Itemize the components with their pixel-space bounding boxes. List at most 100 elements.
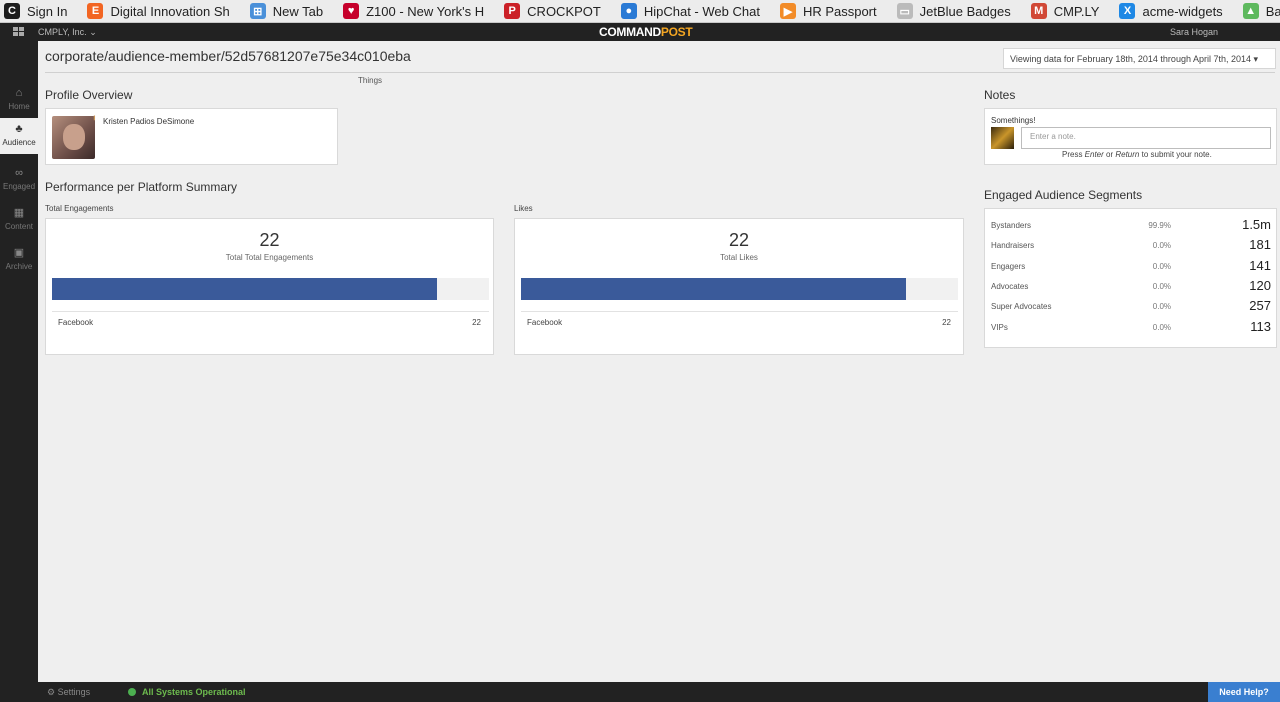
- new-tab-icon: ⊞: [249, 3, 266, 19]
- bookmark-item[interactable]: P CROCKPOT: [500, 0, 617, 22]
- pinterest-icon: P: [504, 3, 521, 19]
- bookmark-label: acme-widgets: [1142, 3, 1223, 19]
- segment-row[interactable]: Advocates 0.0% 120: [991, 278, 1271, 298]
- segment-count: 181: [1249, 237, 1271, 253]
- left-nav: ⌂ Home ♣ Audience ∞ Engaged ▦ Content ▣ …: [0, 41, 38, 682]
- audience-icon: ♣: [15, 123, 23, 135]
- settings-link[interactable]: ⚙ Settings: [47, 687, 90, 698]
- segment-name: Super Advocates: [991, 302, 1052, 312]
- metric-label: Total Likes: [720, 253, 758, 262]
- segment-name: VIPs: [991, 322, 1008, 332]
- nav-item-label: Archive: [5, 262, 33, 271]
- avatar: [991, 127, 1014, 149]
- hint-return: Return: [1115, 150, 1140, 159]
- bookmark-item[interactable]: ● HipChat - Web Chat: [617, 0, 776, 22]
- bookmark-label: Digital Innovation Sh: [110, 3, 230, 19]
- logo-main-text: COMMAND: [599, 25, 661, 39]
- hint-enter: Enter: [1084, 150, 1104, 159]
- bookmark-label: Basecamp Projects: [1265, 3, 1280, 19]
- bookmark-item[interactable]: ▲ Basecamp Projects: [1239, 0, 1280, 22]
- bookmark-label: Z100 - New York's H: [366, 3, 485, 19]
- segment-percent: 0.0%: [1152, 261, 1171, 271]
- nav-item-label: Content: [4, 222, 34, 231]
- nav-item-label: Engaged: [2, 182, 36, 191]
- note-author-label: Somethings!: [991, 116, 1036, 125]
- title-divider: [45, 72, 1275, 73]
- bookmark-label: New Tab: [272, 3, 324, 19]
- platform-value: 22: [472, 318, 481, 327]
- avatar: [52, 116, 95, 159]
- bookmark-item[interactable]: Xacme-widgets: [1115, 0, 1238, 22]
- nav-item-content[interactable]: ▦ Content: [0, 202, 38, 238]
- segment-row[interactable]: Super Advocates 0.0% 257: [991, 298, 1271, 318]
- segment-row[interactable]: Engagers 0.0% 141: [991, 258, 1271, 278]
- hint-suffix: to submit your note.: [1139, 150, 1212, 159]
- segment-row[interactable]: VIPs 0.0% 113: [991, 319, 1271, 339]
- grid-icon: ▦: [13, 207, 25, 219]
- segment-count: 141: [1249, 257, 1271, 273]
- app-top-bar: CMPLY, Inc. ⌄ COMMANDPOST Sara Hogan: [0, 23, 1280, 41]
- segment-count: 120: [1249, 277, 1271, 293]
- pin-icon: ╹: [92, 116, 97, 125]
- segment-name: Engagers: [991, 261, 1026, 271]
- segment-percent: 0.0%: [1152, 241, 1171, 251]
- org-switcher[interactable]: CMPLY, Inc. ⌄: [38, 27, 97, 38]
- bookmark-item[interactable]: E Digital Innovation Sh: [83, 0, 245, 22]
- segment-count: 257: [1249, 298, 1271, 314]
- row-divider: [521, 311, 958, 312]
- platform-label: Facebook: [58, 318, 94, 327]
- nav-item-label: Home: [8, 102, 30, 111]
- bookmark-item[interactable]: ▭ JetBlue Badges: [893, 0, 1027, 22]
- bookmark-label: Sign In: [27, 3, 68, 19]
- note-input[interactable]: [1021, 127, 1271, 149]
- segment-name: Bystanders: [991, 221, 1032, 230]
- need-help-button[interactable]: Need Help?: [1208, 682, 1280, 702]
- segment-row[interactable]: Bystanders 99.9% 1.5m: [991, 217, 1271, 237]
- date-range-selector[interactable]: Viewing data for February 18th, 2014 thr…: [1003, 48, 1276, 69]
- progress-bar-fill: [521, 278, 906, 300]
- user-menu[interactable]: Sara Hogan: [1170, 27, 1218, 37]
- nav-item-home[interactable]: ⌂ Home: [0, 82, 38, 118]
- nav-item-archive[interactable]: ▣ Archive: [0, 242, 38, 278]
- segments-heading: Engaged Audience Segments: [984, 188, 1143, 202]
- metric-label: Total Total Engagements: [225, 253, 314, 262]
- nav-item-audience[interactable]: ♣ Audience: [0, 118, 38, 154]
- row-divider: [52, 311, 489, 312]
- bookmark-item[interactable]: ⊞ New Tab: [246, 0, 339, 22]
- total-engagements-card: 22 Total Total Engagements Facebook 22: [45, 218, 494, 355]
- bookmark-item[interactable]: C Sign In: [0, 0, 83, 22]
- hint-or: or: [1103, 150, 1116, 159]
- home-icon: ⌂: [15, 87, 23, 99]
- segment-count: 113: [1250, 318, 1271, 334]
- hint-prefix: Press: [1062, 150, 1085, 159]
- profile-name: Kristen Padios DeSimone: [103, 117, 195, 126]
- bookmark-label: HR Passport: [802, 3, 877, 19]
- e-logo-icon: E: [87, 3, 104, 19]
- platform-value: 22: [942, 318, 951, 327]
- apps-grid-icon[interactable]: [13, 27, 24, 37]
- total-engagements-subheading: Total Engagements: [45, 204, 114, 213]
- likes-card: 22 Total Likes Facebook 22: [514, 218, 964, 355]
- notes-heading: Notes: [984, 88, 1016, 102]
- bookmark-item[interactable]: ♥ Z100 - New York's H: [339, 0, 500, 22]
- segment-percent: 99.9%: [1148, 221, 1171, 230]
- notes-card: Somethings! Press Enter or Return to sub…: [984, 108, 1277, 165]
- bookmark-item[interactable]: ▶ HR Passport: [776, 0, 893, 22]
- progress-bar-fill: [52, 278, 437, 300]
- note-hint: Press Enter or Return to submit your not…: [1062, 150, 1212, 159]
- things-label: Things: [358, 76, 383, 85]
- status-dot-icon: [128, 688, 136, 696]
- x-logo-icon: X: [1119, 3, 1136, 19]
- profile-overview-heading: Profile Overview: [45, 88, 133, 102]
- segment-percent: 0.0%: [1152, 302, 1171, 312]
- segments-card: Bystanders 99.9% 1.5m Handraisers 0.0% 181 Eng…: [984, 208, 1277, 348]
- segment-row[interactable]: Handraisers 0.0% 181: [991, 237, 1271, 257]
- bookmark-label: JetBlue Badges: [919, 3, 1011, 19]
- nav-item-engaged[interactable]: ∞ Engaged: [0, 162, 38, 198]
- bookmark-item[interactable]: M CMP.LY: [1027, 0, 1116, 22]
- commandpost-logo[interactable]: COMMANDPOST: [599, 25, 693, 39]
- iheart-icon: ♥: [343, 3, 360, 19]
- status-text: All Systems Operational: [142, 687, 246, 697]
- segment-percent: 0.0%: [1152, 281, 1171, 291]
- footer-bar: ⚙ Settings All Systems Operational Need …: [0, 682, 1280, 702]
